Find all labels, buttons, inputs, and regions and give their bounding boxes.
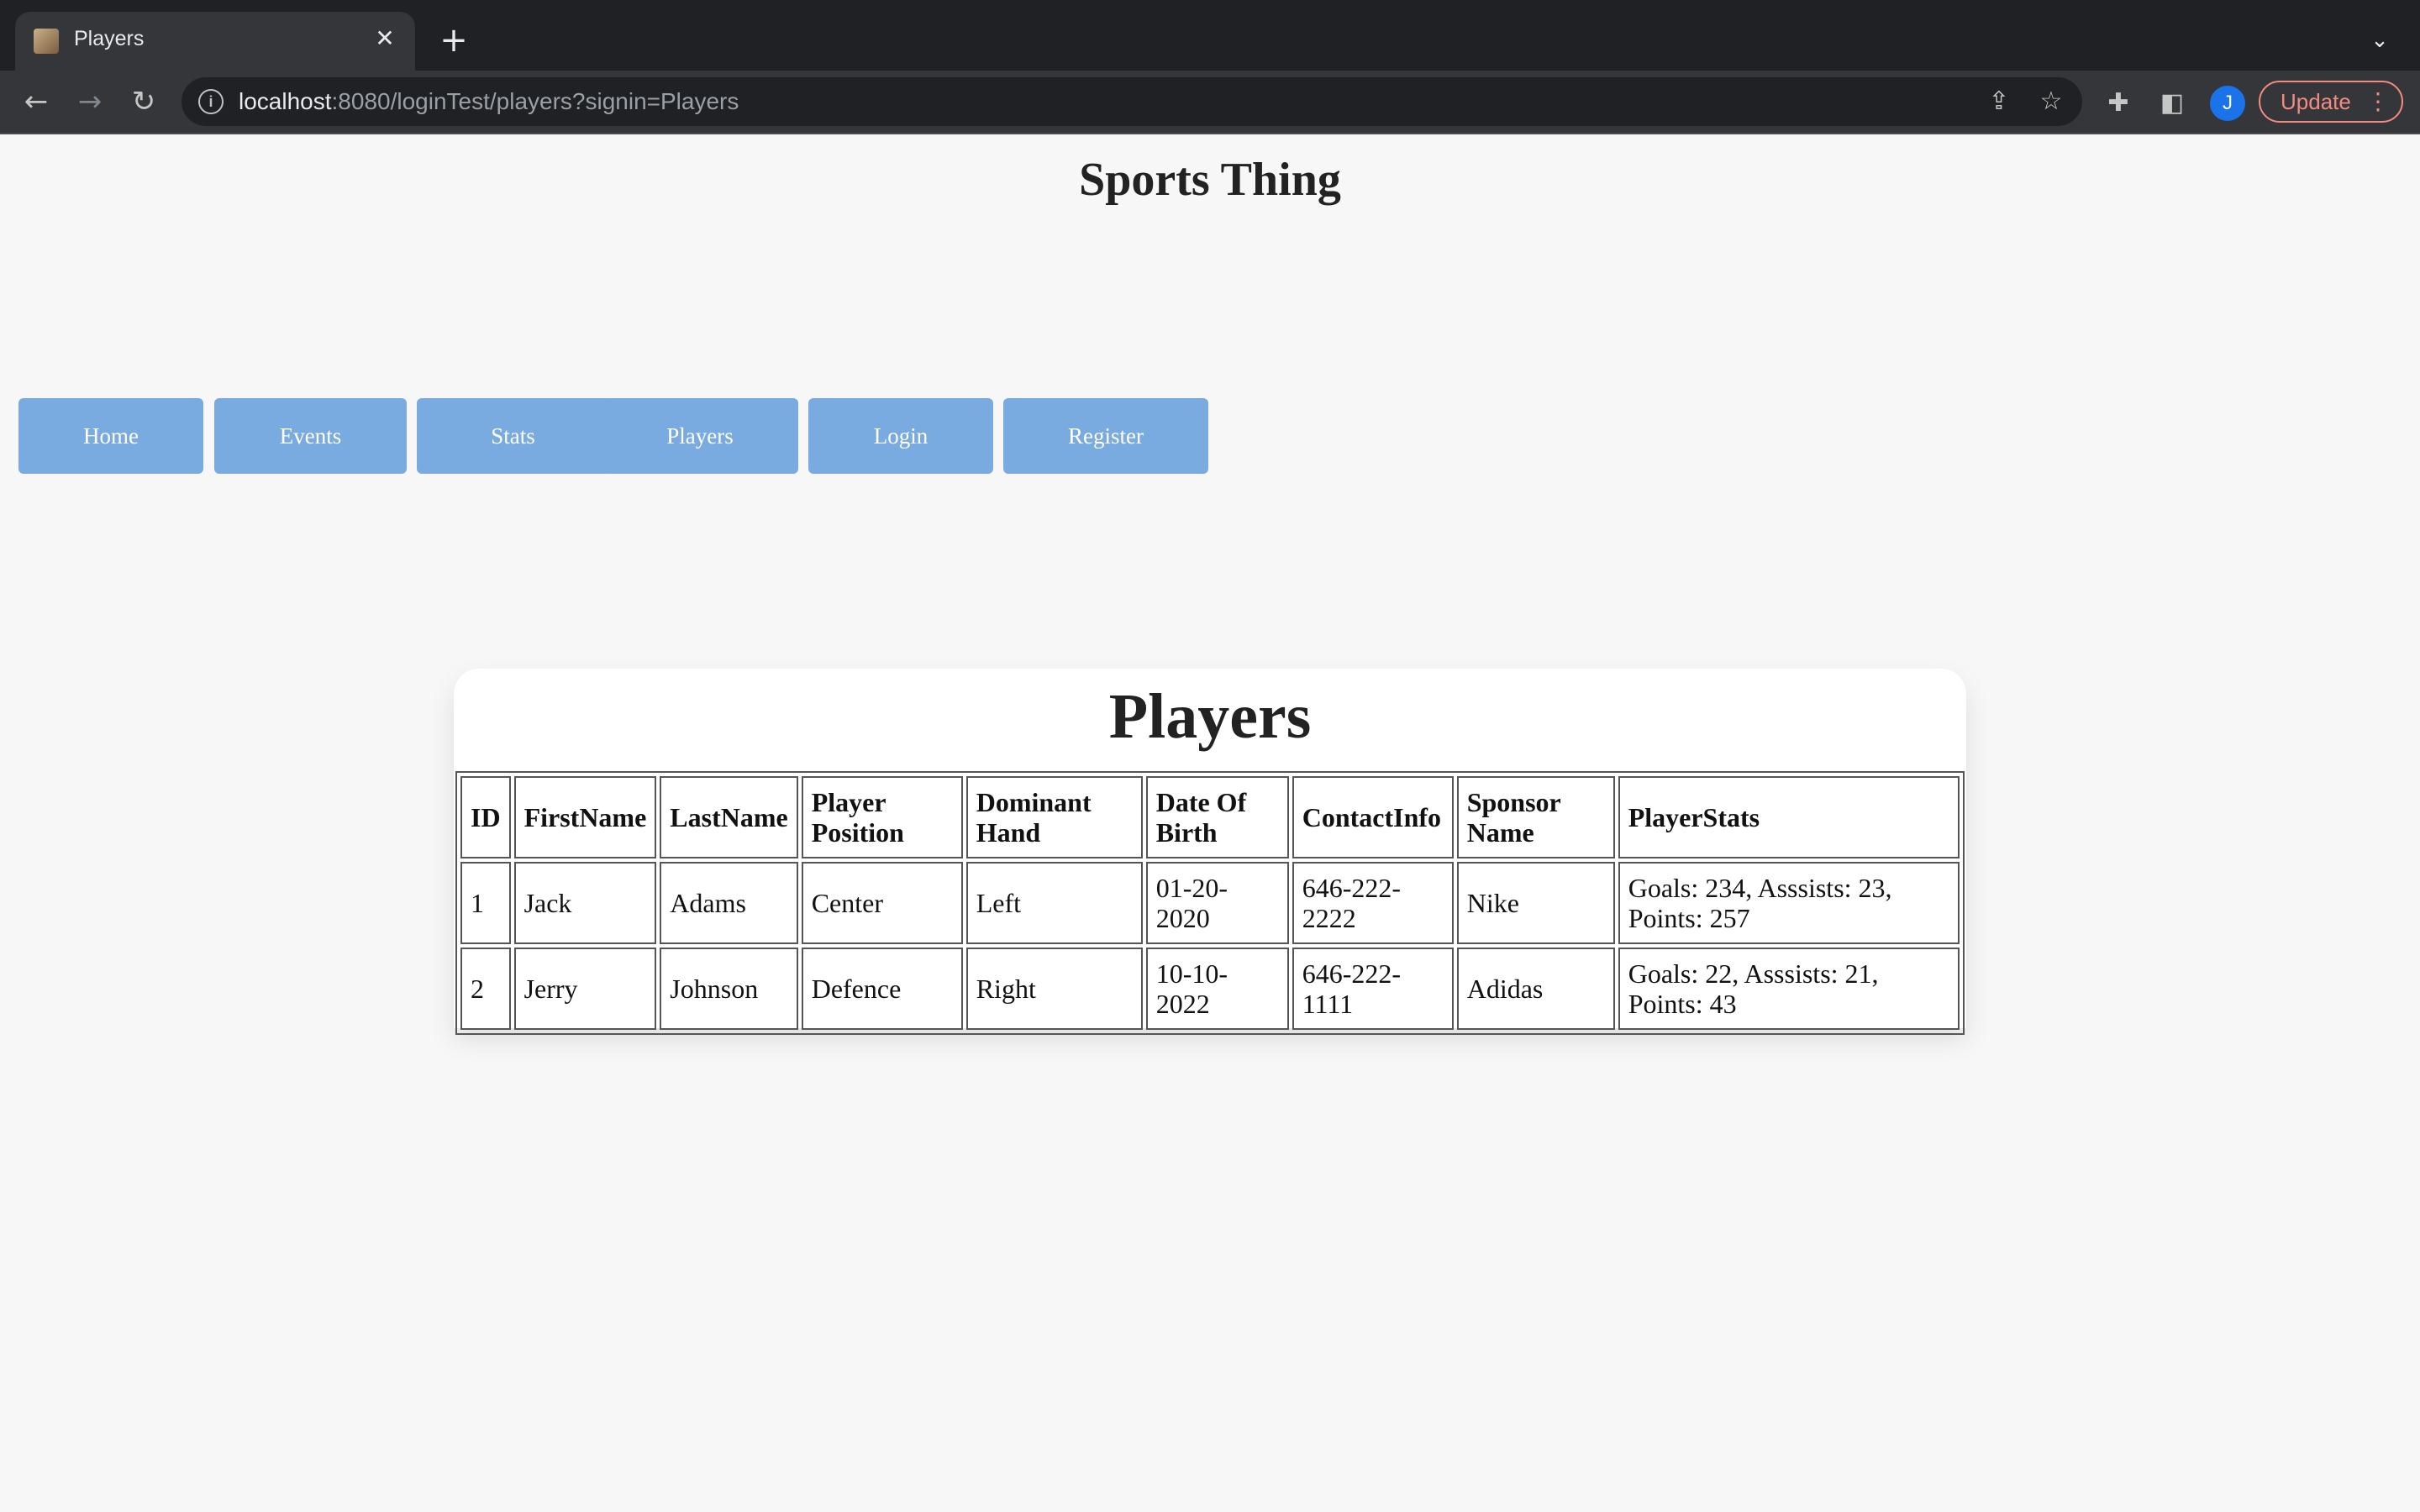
site-info-icon[interactable]: i [198, 89, 224, 114]
table-row: 2 Jerry Johnson Defence Right 10-10-2022… [460, 948, 1960, 1030]
browser-tab[interactable]: Players ✕ [15, 12, 415, 71]
table-cell: Nike [1456, 862, 1615, 944]
players-table: ID FirstName LastName Player Position Do… [455, 771, 1965, 1035]
favicon-icon [34, 29, 59, 54]
column-header: ID [460, 776, 511, 858]
nav-login-button[interactable]: Login [808, 398, 993, 474]
bookmark-star-icon[interactable]: ☆ [2035, 86, 2067, 118]
table-cell: Jerry [513, 948, 657, 1030]
table-cell: Right [965, 948, 1143, 1030]
table-cell: Goals: 22, Asssists: 21, Points: 43 [1618, 948, 1960, 1030]
nav-home-button[interactable]: Home [18, 398, 203, 474]
address-bar[interactable]: i localhost:8080/loginTest/players?signi… [182, 77, 2082, 126]
table-cell: Left [965, 862, 1143, 944]
nav-stats-button[interactable]: Stats [417, 398, 609, 474]
column-header: ContactInfo [1292, 776, 1454, 858]
table-cell: 1 [460, 862, 511, 944]
nav-events-button[interactable]: Events [214, 398, 407, 474]
profile-avatar[interactable]: J [2210, 86, 2245, 121]
table-cell: 646-222-1111 [1292, 948, 1454, 1030]
table-cell: Center [801, 862, 963, 944]
table-cell: Jack [513, 862, 657, 944]
back-icon[interactable]: ← [15, 81, 57, 123]
kebab-menu-icon[interactable]: ⋮ [2366, 82, 2390, 121]
table-cell: Goals: 234, Asssists: 23, Points: 257 [1618, 862, 1960, 944]
column-header: LastName [660, 776, 798, 858]
browser-toolbar: ← → ↻ i localhost:8080/loginTest/players… [0, 71, 2420, 134]
reload-icon[interactable]: ↻ [123, 81, 165, 123]
column-header: Date Of Birth [1145, 776, 1289, 858]
extensions-icon[interactable]: ✚ [2102, 87, 2134, 119]
tab-title: Players [74, 27, 145, 50]
forward-icon[interactable]: → [69, 81, 111, 123]
column-header: Sponsor Name [1456, 776, 1615, 858]
column-header: Player Position [801, 776, 963, 858]
players-card: Players ID FirstName LastName Player Pos… [454, 669, 1966, 1035]
site-title: Sports Thing [1079, 154, 1341, 206]
side-panel-icon[interactable]: ◧ [2156, 87, 2188, 119]
section-title: Players [1108, 681, 1312, 752]
table-cell: 646-222-2222 [1292, 862, 1454, 944]
table-row: 1 Jack Adams Center Left 01-20-2020 646-… [460, 862, 1960, 944]
table-cell: Johnson [660, 948, 798, 1030]
url-text[interactable]: localhost:8080/loginTest/players?signin=… [239, 88, 739, 115]
browser-tab-strip: Players ✕ + ⌄ [0, 0, 2420, 71]
update-label: Update [2281, 89, 2351, 114]
table-cell: 01-20-2020 [1145, 862, 1289, 944]
column-header: FirstName [513, 776, 657, 858]
table-cell: Defence [801, 948, 963, 1030]
nav-register-button[interactable]: Register [1003, 398, 1208, 474]
table-header-row: ID FirstName LastName Player Position Do… [460, 776, 1960, 858]
update-button[interactable]: Update ⋮ [2259, 81, 2403, 123]
table-cell: Adidas [1456, 948, 1615, 1030]
table-cell: 10-10-2022 [1145, 948, 1289, 1030]
share-icon[interactable]: ⇪ [1983, 86, 2015, 118]
column-header: PlayerStats [1618, 776, 1960, 858]
nav-players-button[interactable]: Players [602, 398, 798, 474]
chevron-down-icon[interactable]: ⌄ [2365, 25, 2395, 55]
table-cell: Adams [660, 862, 798, 944]
new-tab-icon[interactable]: + [437, 24, 471, 57]
table-cell: 2 [460, 948, 511, 1030]
column-header: Dominant Hand [965, 776, 1143, 858]
close-tab-icon[interactable]: ✕ [370, 24, 400, 54]
